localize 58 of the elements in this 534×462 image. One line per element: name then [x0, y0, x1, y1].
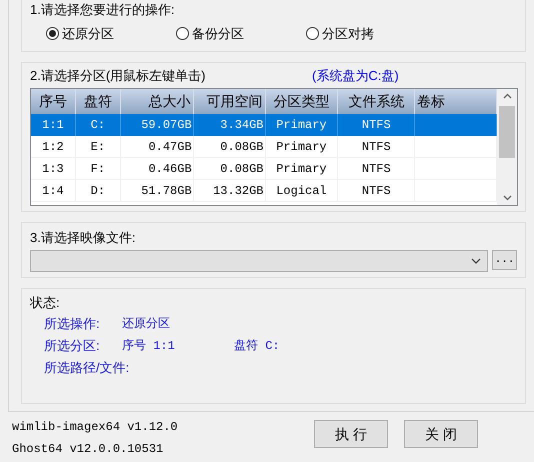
table-cell-text: Primary	[276, 160, 327, 178]
action-button[interactable]: 执 行	[314, 420, 388, 448]
radio-label[interactable]: 还原分区	[62, 24, 114, 44]
radio-button[interactable]	[176, 27, 189, 40]
table-cell-text: NTFS	[362, 117, 391, 134]
version-text: Ghost64 v12.0.0.10531	[12, 441, 164, 458]
table-cell-text: Primary	[276, 117, 327, 134]
chevron-down-icon	[471, 258, 482, 264]
table-cell-text: 13.32GB	[213, 182, 264, 200]
radio-label[interactable]: 分区对拷	[322, 24, 374, 44]
table-cell-text: 1:2	[42, 138, 64, 156]
table-row[interactable]: 1:2 E: 0.47GB 0.08GB Primary NTFS	[31, 136, 498, 158]
status-label: 所选路径/文件:	[44, 359, 130, 378]
version-text: wimlib-imagex64 v1.12.0	[12, 419, 178, 436]
status-value: 序号 1:1	[122, 338, 176, 355]
system-disk-note: (系统盘为C:盘)	[312, 67, 399, 85]
radio-label[interactable]: 备份分区	[192, 24, 244, 44]
table-cell-text: 3.34GB	[220, 117, 264, 134]
table-cell-text: E:	[90, 138, 106, 156]
radio-option[interactable]: 分区对拷	[306, 24, 426, 44]
browse-button[interactable]: ...	[492, 250, 517, 270]
status-value: 还原分区	[122, 316, 171, 333]
table-cell-text: NTFS	[362, 182, 391, 200]
table-cell-text: 59.07GB	[141, 117, 192, 134]
table-cell-text: 1:3	[42, 160, 64, 178]
table-row[interactable]: 1:1 C: 59.07GB 3.34GB Primary NTFS	[31, 114, 498, 136]
section-title: 1.请选择您要进行的操作:	[30, 1, 176, 19]
radio-button[interactable]	[46, 27, 59, 40]
table-cell-text: D:	[90, 182, 106, 200]
radio-option[interactable]: 备份分区	[176, 24, 306, 44]
table-cell-text: NTFS	[362, 138, 391, 156]
table-cell-text: Primary	[276, 138, 327, 156]
table-cell-text: 51.78GB	[141, 182, 192, 200]
table-cell-text: C:	[90, 117, 106, 134]
section-title: 2.请选择分区(用鼠标左键单击)	[30, 67, 206, 85]
table-cell-text: 1:4	[42, 182, 64, 200]
table-cell-text: 1:1	[42, 117, 64, 134]
status-title: 状态:	[30, 294, 61, 312]
scrollbar[interactable]	[497, 89, 517, 205]
table-cell-text: 0.47GB	[148, 138, 192, 156]
table-cell-text: Logical	[276, 182, 327, 200]
scroll-up-icon[interactable]	[502, 93, 512, 99]
table-cell-text: F:	[90, 160, 106, 178]
table-cell-text: 0.08GB	[220, 160, 264, 178]
table-cell-text: NTFS	[362, 160, 391, 178]
scroll-down-icon[interactable]	[502, 195, 512, 201]
status-value: 盘符 C:	[234, 338, 280, 355]
table-row[interactable]: 1:3 F: 0.46GB 0.08GB Primary NTFS	[31, 158, 498, 180]
table-cell-text: 0.08GB	[220, 138, 264, 156]
table-cell-text: 0.46GB	[148, 160, 192, 178]
radio-option[interactable]: 还原分区	[46, 24, 176, 44]
status-label: 所选操作:	[44, 315, 101, 334]
status-label: 所选分区:	[44, 337, 101, 356]
section-title: 3.请选择映像文件:	[30, 229, 136, 247]
action-button[interactable]: 关 闭	[404, 420, 478, 448]
radio-button[interactable]	[306, 27, 319, 40]
table-row[interactable]: 1:4 D: 51.78GB 13.32GB Logical NTFS	[31, 180, 498, 202]
scroll-thumb[interactable]	[499, 106, 516, 158]
